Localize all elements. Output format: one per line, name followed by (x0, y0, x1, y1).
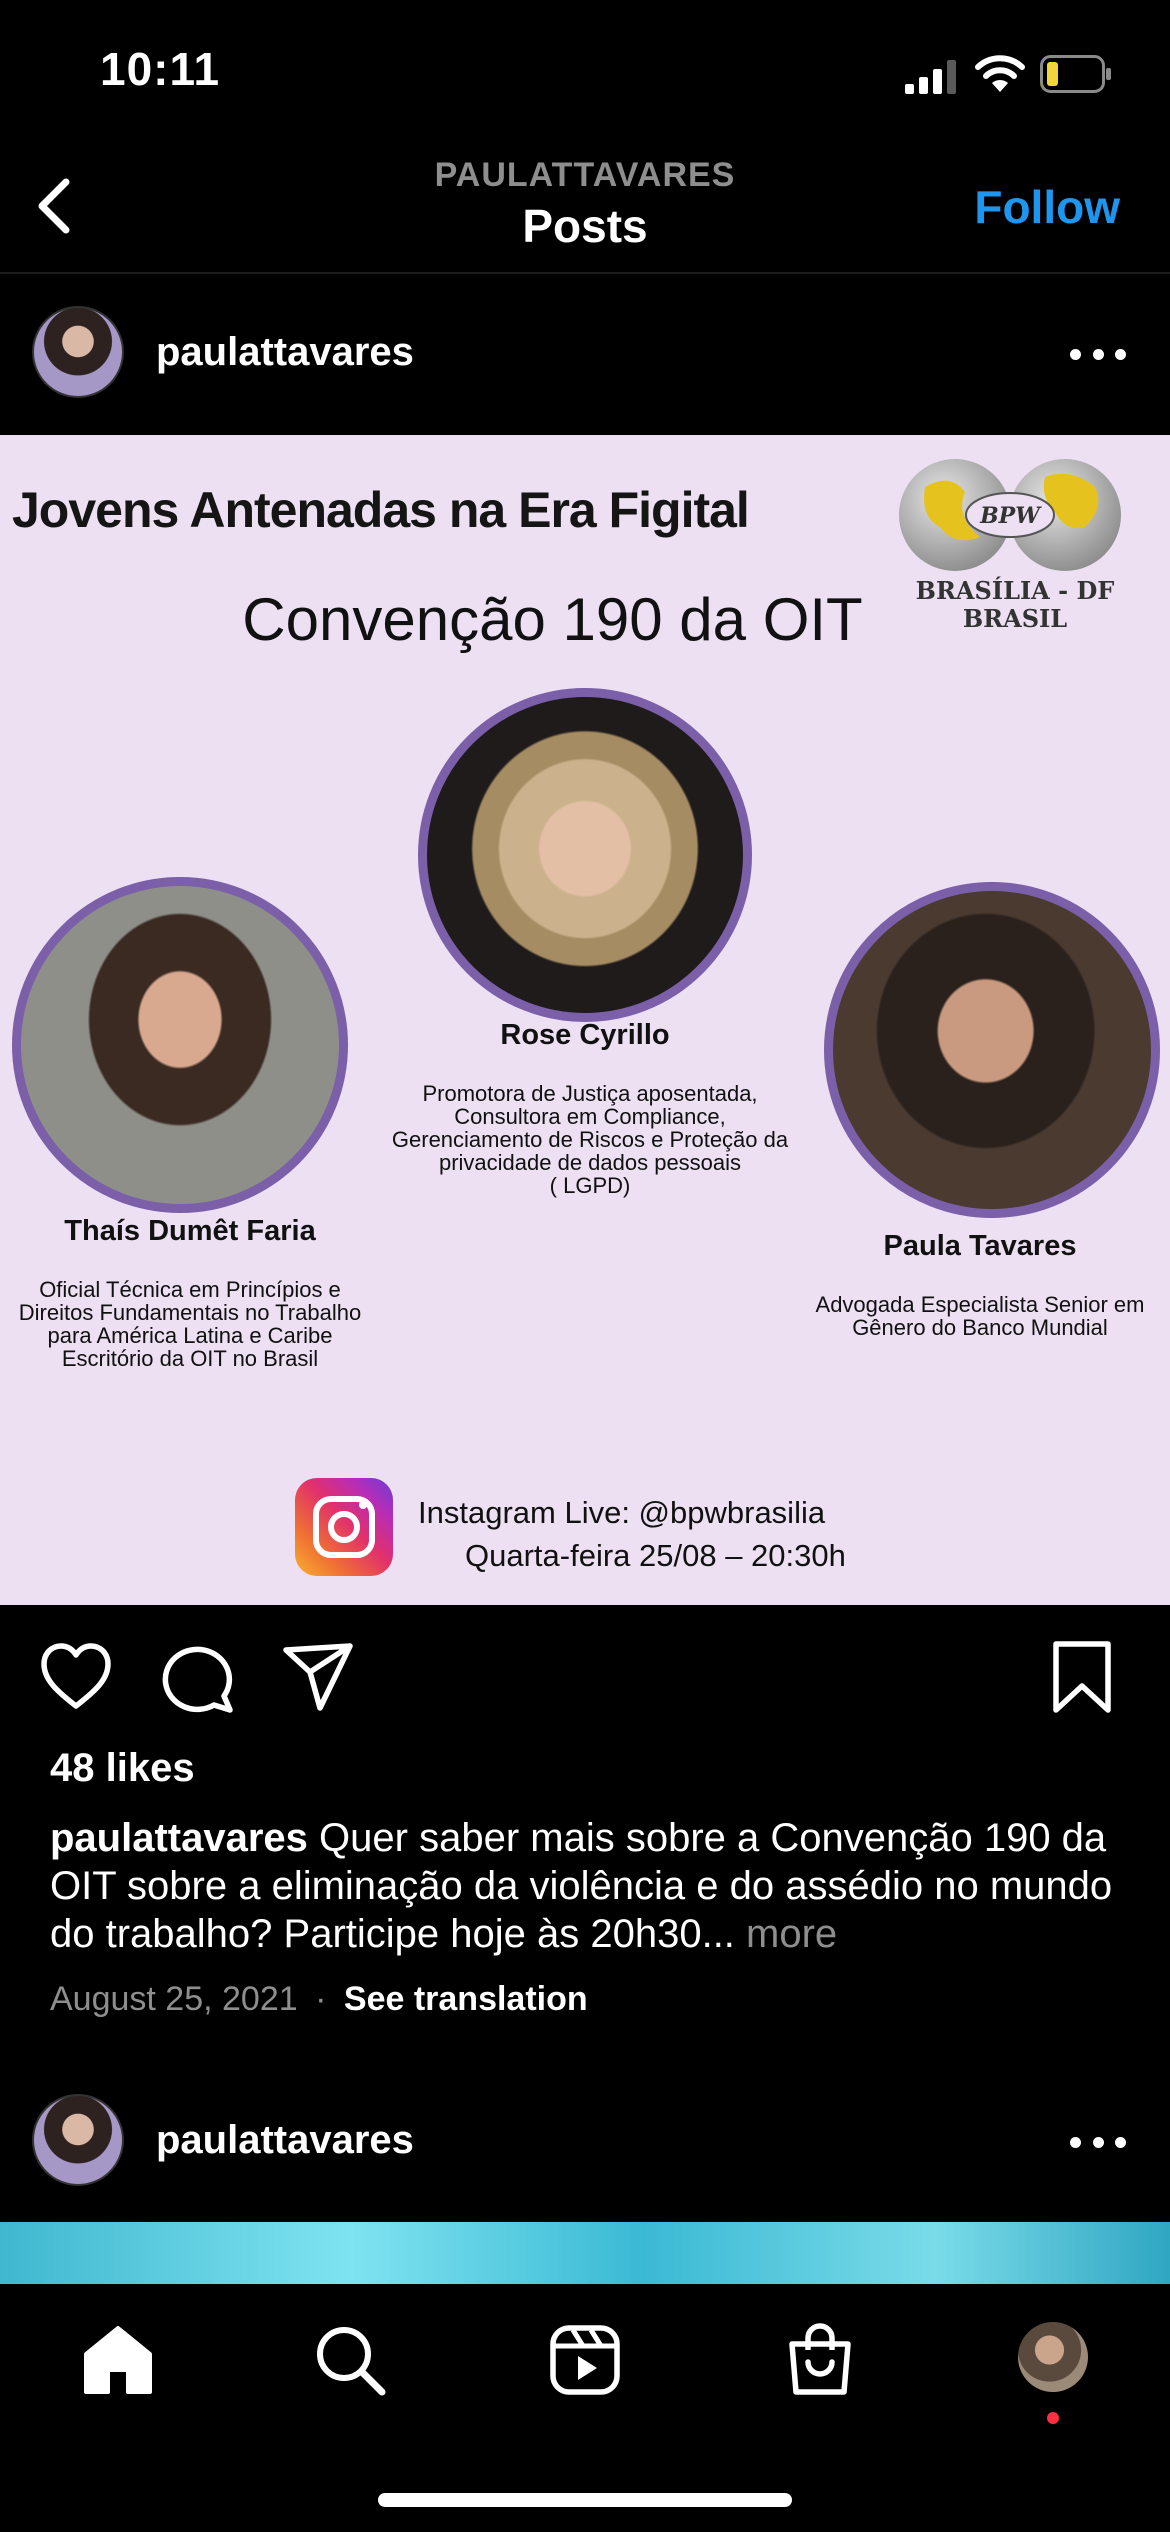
live-info-line-2: Quarta-feira 25/08 – 20:30h (465, 1538, 846, 1573)
reels-icon[interactable] (545, 2320, 625, 2400)
post-meta: August 25, 2021 · See translation (50, 1980, 588, 2019)
role-line: Promotora de Justiça aposentada, (422, 1081, 758, 1106)
poster-subtitle: Convenção 190 da OIT (242, 586, 863, 653)
shop-icon[interactable] (780, 2320, 860, 2400)
role-line: Direitos Fundamentais no Trabalho (18, 1300, 362, 1325)
speaker-name-thais: Thaís Dumêt Faria (64, 1215, 316, 1247)
avatar[interactable] (32, 306, 124, 398)
poster-headline: Jovens Antenadas na Era Figital (12, 482, 750, 538)
role-line: Gênero do Banco Mundial (852, 1315, 1108, 1340)
live-info-line-1: Instagram Live: @bpwbrasilia (418, 1495, 826, 1530)
avatar[interactable] (32, 2094, 124, 2186)
meta-separator: · (315, 1980, 327, 2018)
bookmark-icon[interactable] (1044, 1640, 1120, 1716)
post-header: paulattavares (0, 276, 1170, 426)
wifi-icon (975, 55, 1025, 92)
comment-icon[interactable] (160, 1640, 236, 1716)
post-image[interactable]: Jovens Antenadas na Era Figital BPW BRAS… (0, 435, 1170, 1605)
role-line: para América Latina e Caribe (47, 1323, 333, 1348)
status-time: 10:11 (100, 43, 221, 95)
role-line: Advogada Especialista Senior em (815, 1292, 1145, 1317)
speaker-photo-thais (12, 877, 348, 1213)
caption-more-link[interactable]: more (746, 1912, 837, 1956)
post-caption: paulattavares Quer saber mais sobre a Co… (50, 1814, 1130, 1958)
search-icon[interactable] (310, 2320, 390, 2400)
more-options-icon[interactable] (1070, 344, 1126, 364)
next-post-image[interactable] (0, 2222, 1170, 2284)
role-line: ( LGPD) (549, 1173, 631, 1198)
notification-dot (1047, 2412, 1059, 2424)
follow-button[interactable]: Follow (974, 180, 1120, 234)
post-username[interactable]: paulattavares (156, 330, 414, 375)
more-options-icon[interactable] (1070, 2132, 1126, 2152)
speaker-photo-rose (418, 688, 752, 1022)
cellular-signal-icon (905, 60, 956, 94)
bpw-mark: BPW (979, 503, 1042, 529)
profile-tab-avatar[interactable] (1018, 2322, 1088, 2392)
globe-logo-icon: BPW (899, 459, 1121, 571)
speaker-photo-paula (824, 882, 1160, 1218)
speaker-role-rose: Promotora de Justiça aposentada, Consult… (360, 1082, 820, 1197)
post-username[interactable]: paulattavares (156, 2118, 414, 2163)
battery-icon (1040, 55, 1111, 93)
home-icon[interactable] (78, 2320, 158, 2400)
speaker-name-paula: Paula Tavares (883, 1230, 1077, 1262)
caption-username[interactable]: paulattavares (50, 1816, 308, 1860)
speaker-name-rose: Rose Cyrillo (500, 1019, 670, 1051)
role-line: privacidade de dados pessoais (438, 1150, 742, 1175)
speaker-role-paula: Advogada Especialista Senior em Gênero d… (790, 1293, 1170, 1339)
status-bar: 10:11 (0, 0, 1170, 150)
likes-count[interactable]: 48 likes (50, 1746, 195, 1791)
speaker-role-thais: Oficial Técnica em Princípios e Direitos… (0, 1278, 380, 1370)
home-indicator[interactable] (378, 2493, 792, 2507)
see-translation-link[interactable]: See translation (344, 1980, 588, 2018)
role-line: Gerenciamento de Riscos e Proteção da (391, 1127, 789, 1152)
next-post-header: paulattavares (0, 2066, 1170, 2216)
instagram-posts-screen: 10:11 PAULATTAVARES Posts Follow paulatt… (0, 0, 1170, 2532)
instagram-logo-icon (295, 1478, 393, 1576)
nav-header: PAULATTAVARES Posts Follow (0, 150, 1170, 274)
role-line: Oficial Técnica em Princípios e (39, 1277, 341, 1302)
heart-icon[interactable] (38, 1640, 114, 1716)
post-date: August 25, 2021 (50, 1980, 298, 2018)
role-line: Escritório da OIT no Brasil (61, 1346, 319, 1371)
post-action-bar (0, 1640, 1170, 1720)
share-icon[interactable] (280, 1640, 356, 1716)
role-line: Consultora em Compliance, (454, 1104, 726, 1129)
